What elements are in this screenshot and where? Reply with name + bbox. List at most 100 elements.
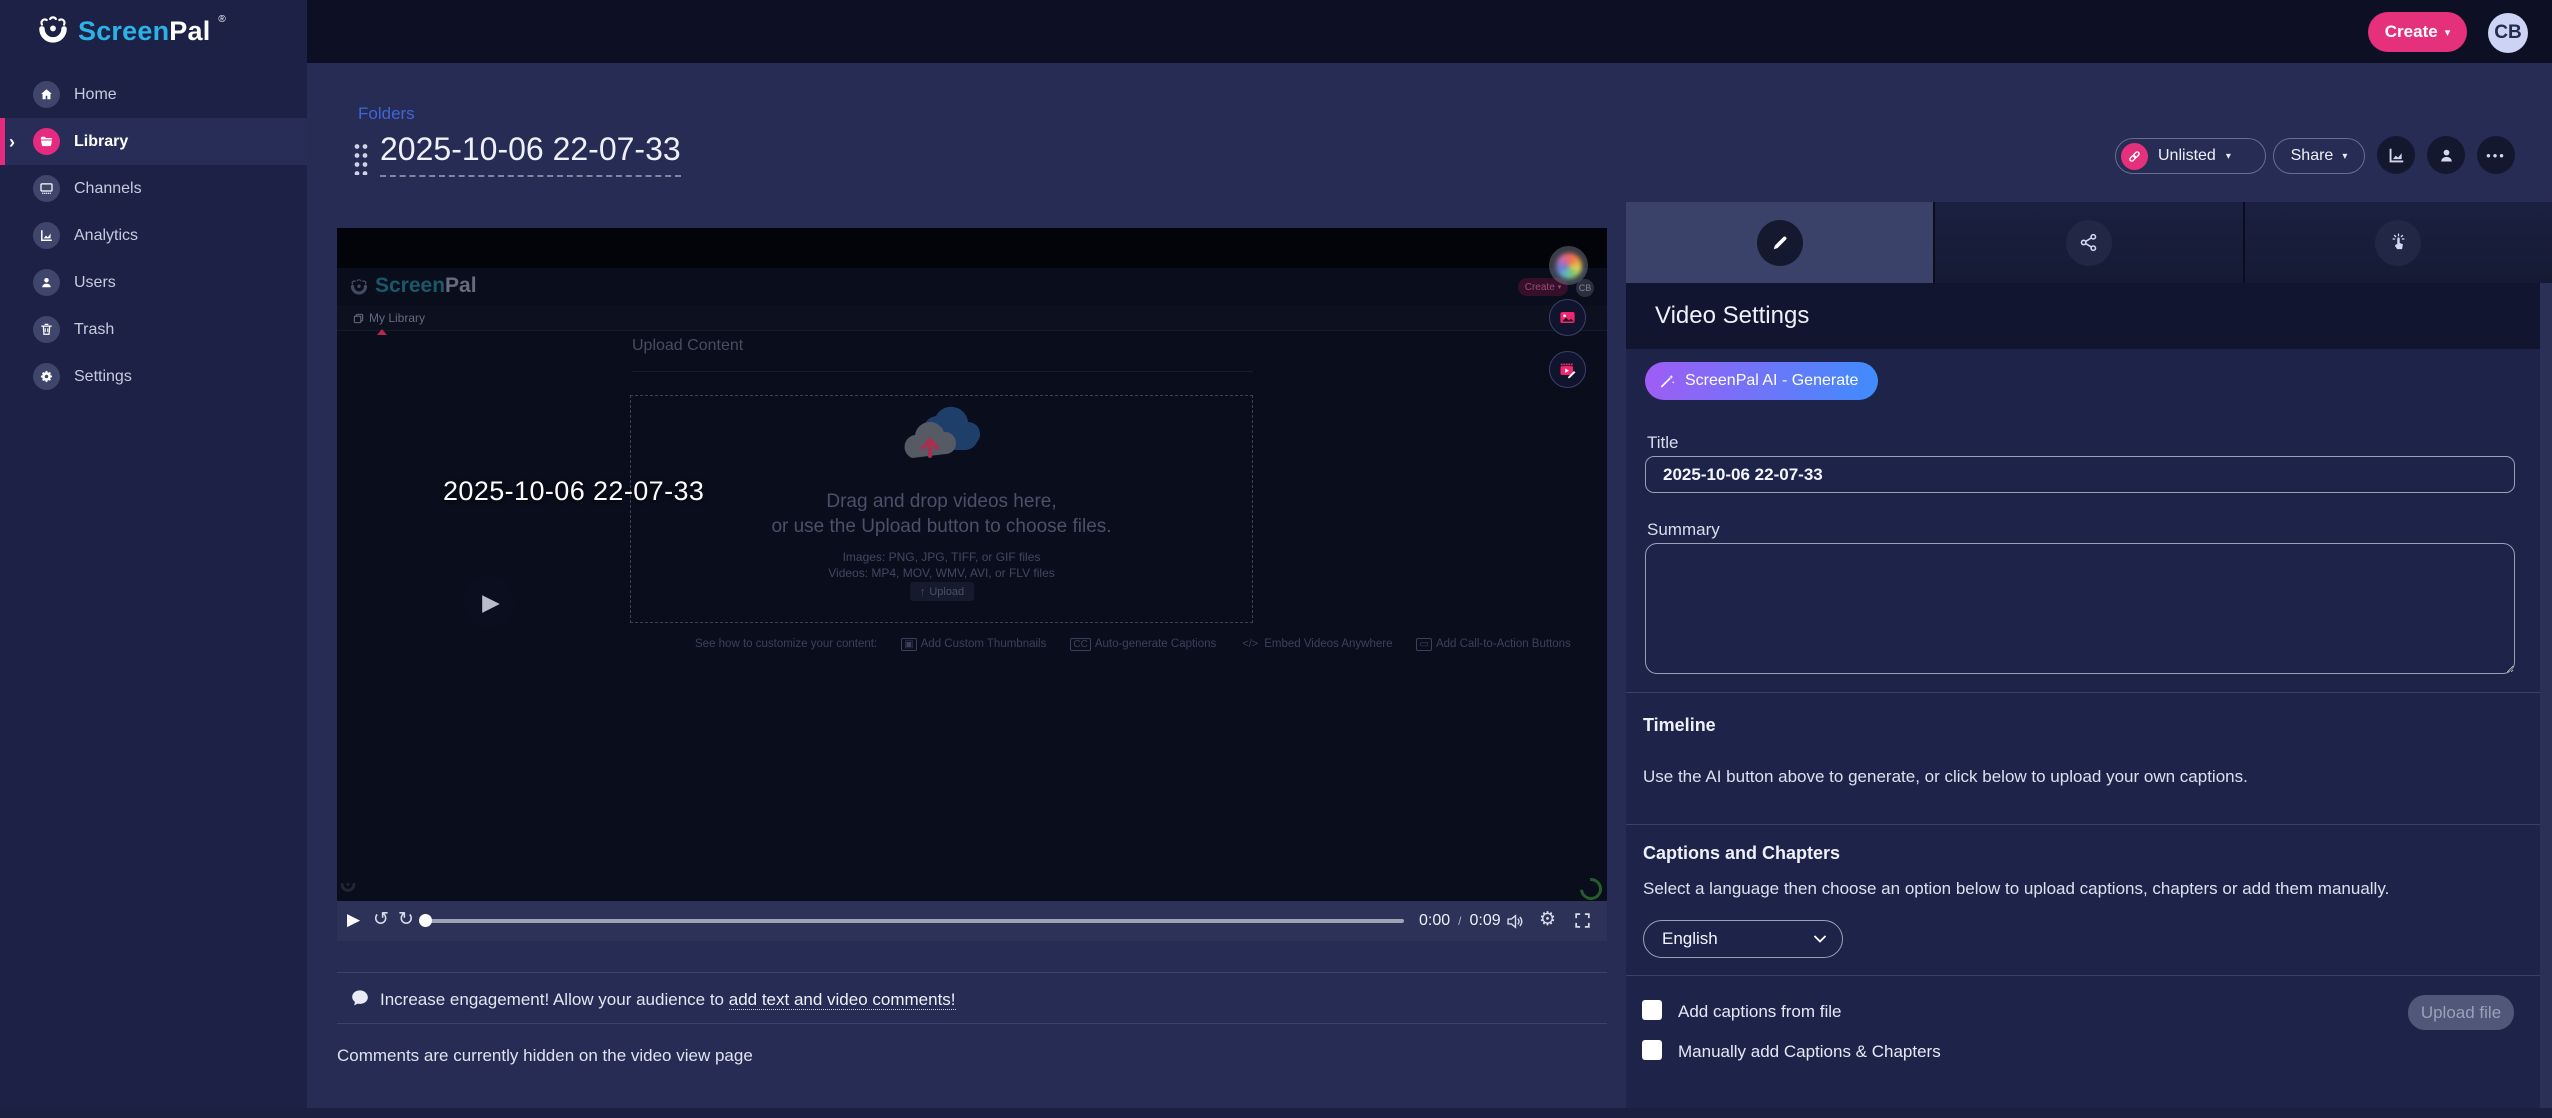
panel-scrollbar[interactable] (2540, 283, 2552, 1108)
customize-item: CCAuto-generate Captions (1070, 638, 1216, 650)
video-overlay-title: 2025-10-06 22-07-33 (443, 476, 704, 507)
chevron-down-icon: ▾ (2445, 26, 2451, 39)
language-select[interactable]: English (1643, 920, 1843, 958)
forward-icon[interactable]: ↻ (398, 909, 414, 931)
interact-tap-icon (2375, 220, 2421, 266)
channels-monitor-icon (33, 175, 60, 202)
video-upload-button: ↑ Upload (910, 582, 974, 601)
sidebar-item-home[interactable]: › Home (0, 71, 307, 118)
chevron-down-icon: ▾ (2342, 151, 2347, 162)
sidebar-item-label: Channels (74, 180, 142, 198)
privacy-dropdown[interactable]: Unlisted ▾ (2115, 138, 2266, 174)
progress-bar[interactable] (425, 919, 1404, 923)
video-content-nav: My Library (337, 305, 1607, 331)
sidebar-item-channels[interactable]: › Channels (0, 165, 307, 212)
fullscreen-icon[interactable] (1573, 911, 1592, 930)
add-captions-from-file-checkbox[interactable] (1642, 1000, 1662, 1020)
player-controls: ▶ ↺ ↻ 0:00 / 0:09 ⚙ (337, 901, 1607, 941)
video-images-formats: Images: PNG, JPG, TIFF, or GIF files (630, 550, 1253, 564)
rewind-icon[interactable]: ↺ (373, 909, 389, 931)
play-button[interactable]: ▶ (347, 910, 360, 930)
code-embed-icon: </> (1240, 638, 1260, 650)
customize-item: ▣Add Custom Thumbnails (901, 638, 1046, 650)
share-dropdown[interactable]: Share ▾ (2273, 138, 2365, 174)
play-icon: ▶ (482, 589, 500, 616)
sidebar-item-label: Settings (74, 368, 132, 386)
sidebar-item-label: Home (74, 86, 117, 104)
video-upload-heading: Upload Content (632, 337, 743, 355)
avatar-initials: CB (2494, 22, 2521, 44)
video-player[interactable]: ScreenPal My Library Upload Content Drag… (337, 228, 1607, 941)
progress-handle[interactable] (419, 914, 432, 927)
comments-hidden-notice: Comments are currently hidden on the vid… (337, 1046, 753, 1066)
analytics-icon (2387, 146, 2406, 165)
sidebar-item-trash[interactable]: › Trash (0, 306, 307, 353)
ai-generate-button[interactable]: ScreenPal AI - Generate (1645, 362, 1878, 400)
logo-text-pal: Pal (169, 16, 210, 46)
share-label: Share (2291, 147, 2334, 165)
tab-edit[interactable] (1626, 202, 1935, 283)
upload-file-button[interactable]: Upload file (2408, 995, 2514, 1030)
customize-item: </>Embed Videos Anywhere (1240, 638, 1392, 650)
thumbnail-image-tool-button[interactable] (1549, 299, 1586, 336)
video-edit-tool-button[interactable] (1549, 351, 1586, 388)
sidebar-item-label: Trash (74, 321, 114, 339)
language-value: English (1662, 929, 1718, 949)
breadcrumb-folders[interactable]: Folders (358, 104, 415, 124)
add-comments-link[interactable]: add text and video comments! (729, 990, 956, 1010)
analytics-chart-icon (33, 222, 60, 249)
trash-icon (33, 316, 60, 343)
person-icon (33, 269, 60, 296)
sidebar-item-label: Library (74, 133, 128, 151)
color-wheel-icon (1556, 253, 1582, 279)
sidebar-item-label: Users (74, 274, 116, 292)
sidebar: ScreenPal ® › Home › Library › (0, 0, 307, 1118)
sidebar-item-users[interactable]: › Users (0, 259, 307, 306)
video-customize-strip: See how to customize your content: ▣Add … (695, 638, 1571, 650)
duration: 0:09 (1469, 912, 1500, 930)
screenpal-logo[interactable]: ScreenPal ® (36, 13, 226, 49)
player-settings-gear-icon[interactable]: ⚙ (1539, 908, 1556, 931)
divider (337, 972, 1607, 973)
cta-icon: ▭ (1416, 638, 1431, 651)
sidebar-item-library[interactable]: › Library (0, 118, 307, 165)
summary-textarea[interactable] (1645, 543, 2515, 674)
page-title[interactable]: 2025-10-06 22-07-33 (380, 131, 681, 177)
analytics-button[interactable] (2377, 136, 2415, 174)
chevron-down-icon: ▾ (2226, 151, 2231, 162)
captions-heading: Captions and Chapters (1643, 843, 1840, 864)
share-nodes-icon (2066, 220, 2112, 266)
tab-interact[interactable] (2245, 202, 2552, 283)
sidebar-item-analytics[interactable]: › Analytics (0, 212, 307, 259)
logo-text-pal: Pal (445, 274, 477, 297)
promo-text: Increase engagement! Allow your audience… (380, 990, 729, 1009)
logo-text-screen: Screen (375, 274, 445, 297)
viewers-button[interactable] (2427, 136, 2465, 174)
manually-add-captions-checkbox[interactable] (1642, 1040, 1662, 1060)
folder-icon (33, 128, 60, 155)
create-button[interactable]: Create ▾ (2368, 12, 2467, 52)
panel-header: Video Settings (1626, 283, 2552, 349)
divider (1626, 692, 2540, 693)
engagement-promo: Increase engagement! Allow your audience… (380, 990, 956, 1010)
more-options-button[interactable]: ••• (2477, 136, 2515, 174)
tab-share[interactable] (1935, 202, 2244, 283)
user-avatar[interactable]: CB (2488, 13, 2528, 53)
customize-item: ▭Add Call-to-Action Buttons (1416, 638, 1570, 650)
sidebar-item-settings[interactable]: › Settings (0, 353, 307, 400)
panel-tabs (1626, 202, 2552, 283)
screenpal-smiley-icon (349, 277, 369, 295)
thumbnail-color-tool-button[interactable] (1549, 246, 1588, 285)
link-icon (2121, 143, 2148, 170)
video-play-overlay-button[interactable]: ▶ (464, 577, 514, 627)
title-drag-handle-icon[interactable] (353, 142, 368, 175)
video-dimmed-smiley-icon (339, 876, 357, 892)
captions-description: Select a language then choose an option … (1643, 879, 2389, 899)
title-input[interactable] (1645, 456, 2515, 493)
chevron-down-icon (1814, 935, 1826, 943)
video-drop-line2: or use the Upload button to choose files… (630, 516, 1253, 538)
logo-text-screen: Screen (78, 16, 169, 46)
details-panel: Video Settings ScreenPal AI - Generate T… (1626, 202, 2552, 1118)
page-footer-strip (0, 1108, 2552, 1118)
volume-icon[interactable] (1505, 911, 1526, 932)
